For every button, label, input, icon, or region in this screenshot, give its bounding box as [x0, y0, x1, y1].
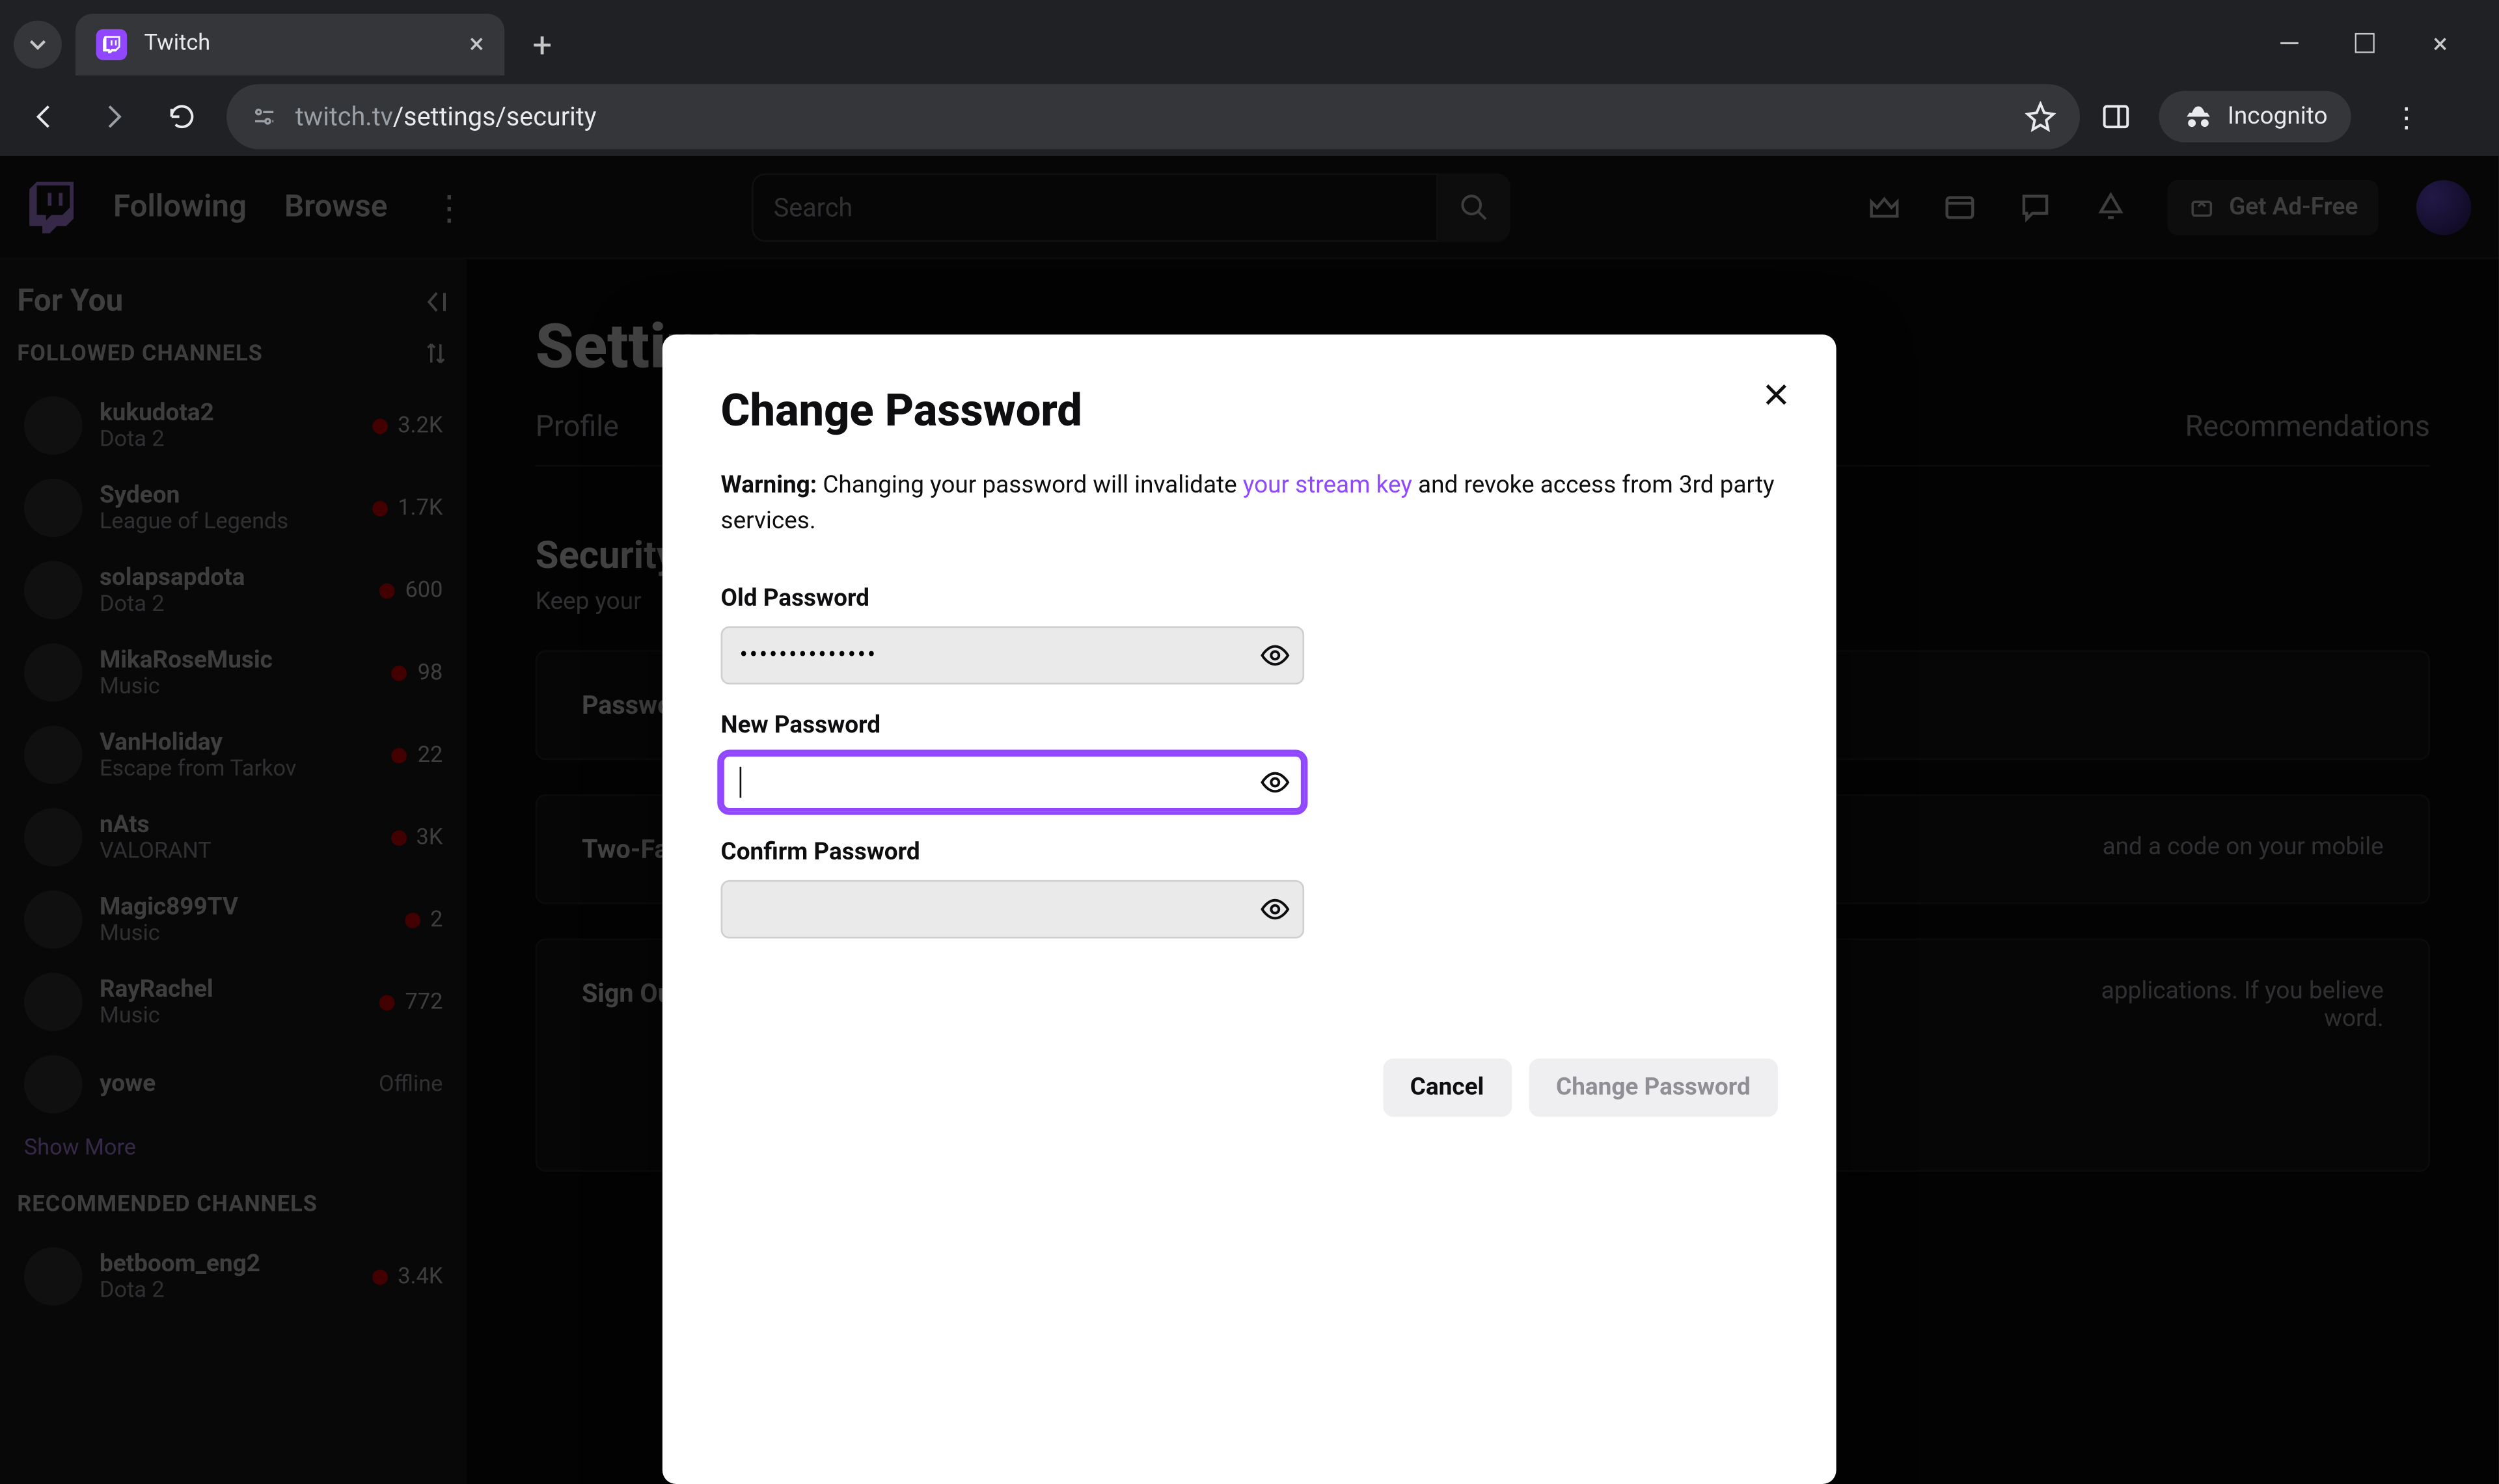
modal-wrap: Change Password Warning: Changing your p…	[0, 156, 2498, 1484]
text-cursor	[740, 767, 742, 798]
back-button[interactable]	[21, 92, 69, 141]
toggle-visibility-icon[interactable]	[1260, 894, 1290, 924]
new-password-label: New Password	[721, 712, 1778, 739]
forward-button[interactable]	[89, 92, 137, 141]
confirm-password-input[interactable]	[721, 880, 1305, 939]
incognito-label: Incognito	[2228, 103, 2328, 130]
twitch-favicon-icon	[96, 29, 127, 59]
close-window-icon[interactable]: ×	[2423, 27, 2457, 60]
maximize-icon[interactable]: ☐	[2347, 27, 2382, 60]
close-tab-icon[interactable]: ×	[469, 27, 484, 60]
new-password-input[interactable]	[721, 753, 1305, 812]
change-password-submit-button[interactable]: Change Password	[1529, 1059, 1778, 1117]
browser-menu-icon[interactable]: ⋮	[2379, 100, 2434, 133]
warning-text-1: Changing your password will invalidate	[817, 472, 1243, 499]
incognito-chip[interactable]: Incognito	[2159, 91, 2351, 142]
address-bar: twitch.tv/settings/security Incognito ⋮	[0, 77, 2498, 156]
confirm-password-label: Confirm Password	[721, 839, 1778, 866]
minimize-icon[interactable]: —	[2272, 27, 2306, 60]
tab-title: Twitch	[144, 31, 452, 57]
browser-tab[interactable]: Twitch ×	[75, 13, 504, 75]
toolbar-right: Incognito ⋮	[2101, 91, 2434, 142]
stream-key-link[interactable]: your stream key	[1243, 472, 1412, 499]
cancel-button[interactable]: Cancel	[1383, 1059, 1512, 1117]
modal-warning: Warning: Changing your password will inv…	[721, 468, 1778, 541]
toggle-visibility-icon[interactable]	[1260, 767, 1290, 798]
warning-bold: Warning:	[721, 472, 817, 499]
close-modal-button[interactable]	[1754, 372, 1799, 417]
toggle-visibility-icon[interactable]	[1260, 640, 1290, 671]
old-password-label: Old Password	[721, 585, 1778, 612]
new-tab-button[interactable]: +	[518, 23, 566, 64]
old-password-input[interactable]	[721, 627, 1305, 685]
change-password-modal: Change Password Warning: Changing your p…	[662, 334, 1837, 1484]
twitch-app: Following Browse ⋮ Search Get Ad-Free	[0, 156, 2498, 1484]
tab-strip: Twitch × + — ☐ ×	[0, 0, 2498, 77]
url-text: twitch.tv/settings/security	[295, 101, 2008, 132]
browser-chrome: Twitch × + — ☐ ×	[0, 0, 2498, 156]
window-controls: — ☐ ×	[2272, 27, 2485, 60]
reload-button[interactable]	[158, 92, 206, 141]
url-field[interactable]: twitch.tv/settings/security	[226, 84, 2080, 149]
tab-search-dropdown[interactable]	[14, 20, 62, 68]
modal-title: Change Password	[721, 386, 1778, 437]
side-panel-icon[interactable]	[2101, 101, 2131, 132]
bookmark-star-icon[interactable]	[2025, 101, 2056, 132]
site-settings-icon[interactable]	[251, 103, 278, 130]
